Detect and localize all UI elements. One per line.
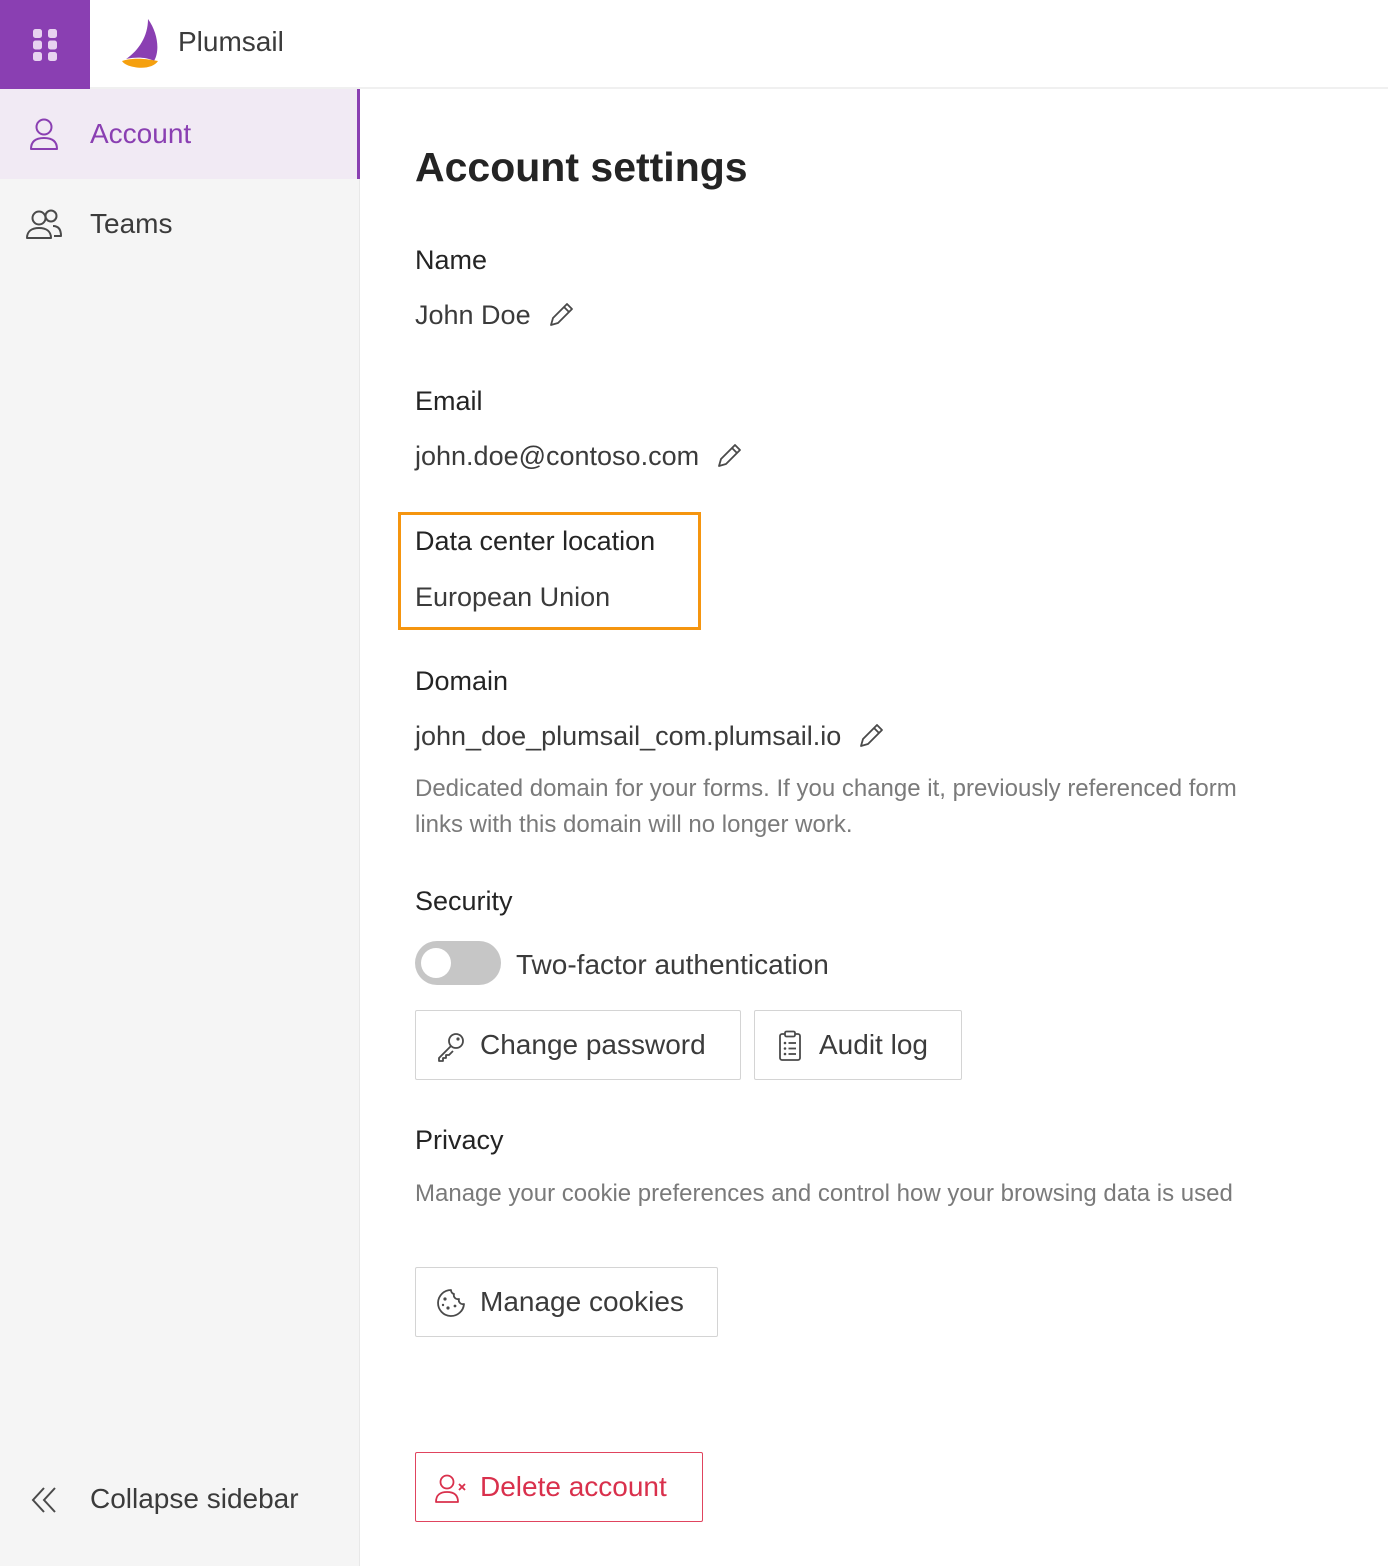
collapse-sidebar-label: Collapse sidebar <box>90 1483 299 1514</box>
change-password-label: Change password <box>480 1029 706 1060</box>
domain-value-row: john_doe_plumsail_com.plumsail.io <box>415 720 887 752</box>
name-value: John Doe <box>415 299 531 330</box>
domain-label: Domain <box>415 666 509 696</box>
email-value-row: john.doe@contoso.com <box>415 440 745 472</box>
sidebar-item-account[interactable]: Account <box>0 89 360 179</box>
two-factor-toggle[interactable] <box>415 941 501 985</box>
sidebar-item-teams[interactable]: Teams <box>0 179 360 269</box>
page-title: Account settings <box>415 144 748 190</box>
privacy-label: Privacy <box>415 1125 504 1155</box>
double-chevron-left-icon <box>31 1487 56 1513</box>
change-password-button[interactable]: Change password <box>415 1010 741 1080</box>
edit-domain-pencil-icon[interactable] <box>855 720 887 752</box>
cookie-icon <box>437 1289 465 1317</box>
brand-name: Plumsail <box>178 26 284 57</box>
domain-hint: Dedicated domain for your forms. If you … <box>415 775 1237 838</box>
clipboard-list-icon <box>779 1030 801 1061</box>
top-header: Plumsail <box>0 0 1388 89</box>
remove-user-icon <box>435 1474 466 1503</box>
name-label: Name <box>415 245 488 275</box>
sidebar-item-label: Account <box>90 118 192 149</box>
edit-email-pencil-icon[interactable] <box>713 440 745 472</box>
email-label: Email <box>415 386 483 416</box>
audit-log-button[interactable]: Audit log <box>754 1010 962 1080</box>
key-icon <box>438 1033 464 1062</box>
name-value-row: John Doe <box>415 299 577 331</box>
two-factor-label: Two-factor authentication <box>516 949 829 980</box>
collapse-sidebar-button[interactable]: Collapse sidebar <box>0 1455 360 1545</box>
audit-log-label: Audit log <box>819 1029 928 1060</box>
domain-value: john_doe_plumsail_com.plumsail.io <box>415 720 842 751</box>
data-center-value: European Union <box>415 582 611 612</box>
plumsail-logo-icon <box>122 19 158 68</box>
edit-name-pencil-icon[interactable] <box>545 299 577 331</box>
delete-account-button[interactable]: Delete account <box>415 1452 703 1522</box>
grid-icon <box>33 28 57 61</box>
email-value: john.doe@contoso.com <box>415 440 700 471</box>
security-label: Security <box>415 886 513 916</box>
privacy-hint: Manage your cookie preferences and contr… <box>415 1180 1233 1207</box>
manage-cookies-label: Manage cookies <box>480 1286 684 1317</box>
delete-account-label: Delete account <box>480 1471 667 1502</box>
data-center-label: Data center location <box>415 526 656 556</box>
sidebar-item-label: Teams <box>90 208 173 239</box>
manage-cookies-button[interactable]: Manage cookies <box>415 1267 718 1337</box>
sidebar: Account Teams Collapse sidebar <box>0 89 360 1566</box>
person-icon <box>30 118 58 150</box>
people-icon <box>26 209 62 239</box>
toggle-knob <box>421 948 451 978</box>
app-launcher-button[interactable] <box>0 0 90 89</box>
